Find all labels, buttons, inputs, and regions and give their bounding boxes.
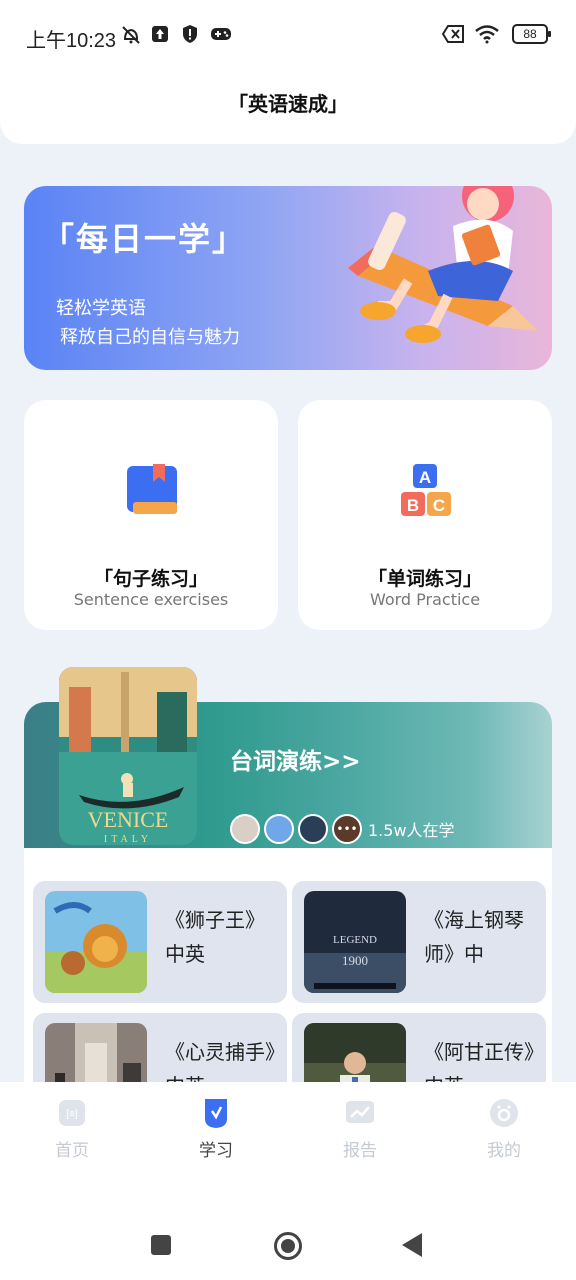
home-icon: [≡] bbox=[57, 1098, 87, 1128]
bottom-tab-bar: [≡] 首页 学习 报告 我的 bbox=[0, 1082, 576, 1202]
movie-title: 《海上钢琴师》中 bbox=[424, 908, 524, 966]
report-icon bbox=[345, 1098, 375, 1128]
sentence-practice-subtitle: Sentence exercises bbox=[73, 590, 229, 609]
battery-icon: 88 bbox=[512, 24, 551, 44]
more-avatars-icon: ••• bbox=[332, 814, 362, 844]
daily-banner[interactable]: 「每日一学」 轻松学英语 释放自己的自信与魅力 bbox=[24, 186, 552, 370]
lines-practice-title[interactable]: 台词演练>> bbox=[230, 742, 361, 776]
banner-title: 「每日一学」 bbox=[42, 220, 247, 258]
gamepad-icon bbox=[210, 24, 231, 44]
avatar bbox=[298, 814, 328, 844]
learner-avatars: ••• 1.5w人在学 bbox=[230, 814, 455, 844]
svg-text:A: A bbox=[419, 468, 431, 487]
page-title: 「英语速成」 bbox=[228, 92, 348, 116]
wifi-icon bbox=[474, 24, 500, 44]
svg-text:C: C bbox=[433, 496, 445, 515]
venice-poster-title: VENICE bbox=[88, 807, 169, 832]
home-button[interactable] bbox=[274, 1232, 302, 1260]
abc-blocks-icon: A B C bbox=[401, 464, 451, 516]
tab-label: 学习 bbox=[199, 1141, 233, 1161]
back-button[interactable] bbox=[402, 1233, 422, 1257]
profile-icon bbox=[489, 1098, 519, 1128]
movie-card-legend-1900[interactable]: LEGEND 1900 《海上钢琴师》中 bbox=[292, 881, 546, 1003]
avatar bbox=[264, 814, 294, 844]
tab-report[interactable]: 报告 bbox=[315, 1098, 405, 1161]
svg-text:B: B bbox=[407, 496, 419, 515]
banner-subtitle: 轻松学英语 bbox=[56, 298, 146, 319]
tab-label: 我的 bbox=[487, 1141, 521, 1161]
study-icon bbox=[201, 1098, 231, 1128]
svg-text:[≡]: [≡] bbox=[66, 1109, 78, 1120]
word-practice-card[interactable]: A B C 「单词练习」 Word Practice bbox=[298, 400, 552, 630]
movie-card-lion-king[interactable]: 《狮子王》中英 bbox=[33, 881, 287, 1003]
legend-poster-year: 1900 bbox=[342, 953, 368, 968]
sentence-practice-title: 「句子练习」 bbox=[93, 568, 208, 590]
system-nav-bar bbox=[0, 1202, 576, 1280]
shield-icon bbox=[180, 24, 200, 44]
recent-apps-button[interactable] bbox=[151, 1235, 171, 1255]
tab-label: 报告 bbox=[343, 1141, 377, 1161]
girl-on-pencil-illustration bbox=[348, 186, 538, 343]
tab-label: 首页 bbox=[55, 1141, 89, 1161]
legend-1900-thumbnail: LEGEND 1900 bbox=[304, 891, 406, 993]
tab-home[interactable]: [≡] 首页 bbox=[27, 1098, 117, 1161]
avatar bbox=[230, 814, 260, 844]
lion-king-thumbnail bbox=[45, 891, 147, 993]
tab-profile[interactable]: 我的 bbox=[459, 1098, 549, 1161]
legend-poster-title: LEGEND bbox=[333, 934, 377, 946]
learner-count: 1.5w人在学 bbox=[368, 821, 455, 840]
tab-study[interactable]: 学习 bbox=[171, 1098, 261, 1161]
movie-title: 《狮子王》中英 bbox=[165, 908, 265, 966]
sim-x-icon bbox=[441, 24, 464, 44]
status-time: 上午10:23 bbox=[26, 30, 117, 52]
sentence-practice-card[interactable]: 「句子练习」 Sentence exercises bbox=[24, 400, 278, 630]
venice-poster: VENICE ITALY bbox=[59, 667, 197, 845]
banner-tagline: 释放自己的自信与魅力 bbox=[60, 327, 240, 348]
mute-bell-icon bbox=[120, 24, 140, 44]
upload-icon bbox=[150, 24, 170, 44]
word-practice-subtitle: Word Practice bbox=[369, 590, 481, 609]
book-icon bbox=[127, 464, 177, 514]
word-practice-title: 「单词练习」 bbox=[367, 568, 482, 590]
venice-poster-subtitle: ITALY bbox=[104, 834, 152, 845]
